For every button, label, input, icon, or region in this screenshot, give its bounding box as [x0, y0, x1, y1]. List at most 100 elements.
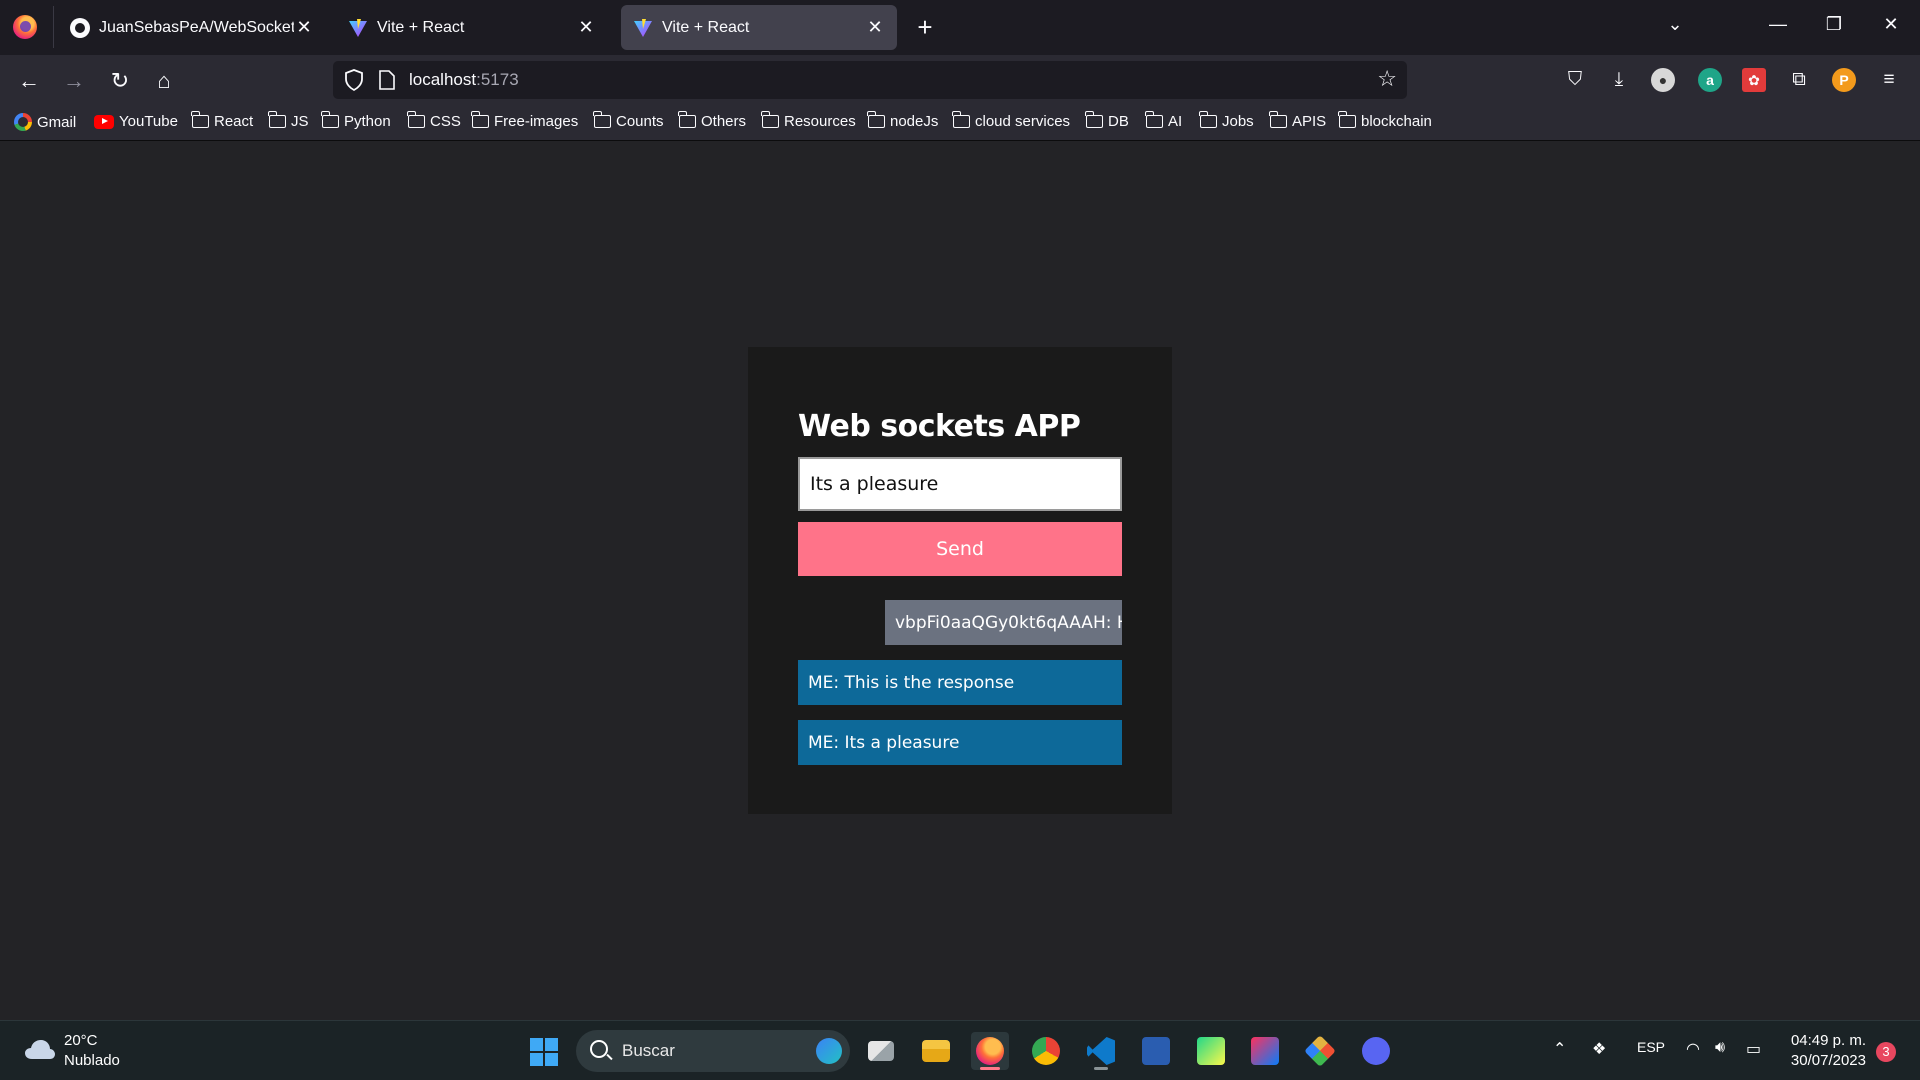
window-close-icon[interactable]: ✕ — [1876, 14, 1906, 35]
tab-vite-react-1[interactable]: Vite + React ✕ — [336, 5, 608, 50]
message-item-other: vbpFi0aaQGy0kt6qAAAH: Hi — [885, 600, 1122, 645]
extensions-puzzle-icon[interactable]: ⧉ — [1787, 68, 1811, 92]
windows-taskbar: 20°C Nublado Buscar ⌃ ❖ ESP ◠ 🔊︎ ▭ 04:49… — [0, 1020, 1920, 1080]
vite-icon — [634, 18, 652, 37]
folder-icon — [407, 111, 425, 128]
extension-p-icon[interactable]: P — [1832, 68, 1856, 92]
download-icon[interactable]: ⤓ — [1607, 68, 1631, 92]
bookmark-folder-python[interactable]: Python — [321, 111, 391, 130]
tab-vite-react-2[interactable]: Vite + React ✕ — [621, 5, 897, 50]
folder-icon — [593, 111, 611, 128]
url-port: :5173 — [476, 70, 519, 89]
bookmark-gmail[interactable]: Gmail — [14, 113, 76, 131]
bookmark-folder-apis[interactable]: APIS — [1269, 111, 1326, 130]
bookmark-folder-others[interactable]: Others — [678, 111, 747, 130]
bookmark-label: Jobs — [1222, 113, 1254, 130]
bookmark-folder-css[interactable]: CSS — [407, 111, 461, 130]
new-tab-button[interactable]: + — [912, 12, 938, 43]
bookmark-folder-js[interactable]: JS — [268, 111, 309, 130]
bookmark-folder-cloud-services[interactable]: cloud services — [952, 111, 1071, 130]
firefox-icon[interactable] — [13, 15, 37, 39]
file-explorer-icon[interactable] — [917, 1032, 955, 1070]
list-all-tabs-icon[interactable]: ⌄ — [1660, 14, 1690, 35]
battery-icon[interactable]: ▭ — [1746, 1039, 1761, 1059]
cloud-icon[interactable] — [24, 1038, 56, 1060]
send-button[interactable]: Send — [798, 522, 1122, 576]
message-input[interactable] — [798, 457, 1122, 511]
home-icon[interactable]: ⌂ — [150, 67, 178, 95]
bookmark-folder-jobs[interactable]: Jobs — [1199, 111, 1254, 130]
bookmark-folder-resources[interactable]: Resources — [761, 111, 856, 130]
chevron-up-icon[interactable]: ⌃ — [1553, 1039, 1566, 1059]
git-icon[interactable] — [1301, 1032, 1339, 1070]
bookmark-label: CSS — [430, 113, 461, 130]
chrome-icon[interactable] — [1027, 1032, 1065, 1070]
account-icon[interactable]: ● — [1651, 68, 1675, 92]
devtoys-icon[interactable] — [1137, 1032, 1175, 1070]
bookmark-folder-nodejs[interactable]: nodeJs — [867, 111, 938, 130]
folder-icon — [952, 111, 970, 128]
weather-temperature[interactable]: 20°C — [64, 1032, 98, 1049]
minimize-icon[interactable]: — — [1763, 14, 1793, 35]
shield-icon[interactable] — [345, 69, 363, 91]
intellij-icon[interactable] — [1246, 1032, 1284, 1070]
reload-icon[interactable]: ↻ — [106, 67, 134, 95]
clock-date[interactable]: 30/07/2023 — [1780, 1052, 1866, 1069]
bookmark-youtube[interactable]: YouTube — [94, 113, 178, 130]
start-icon[interactable] — [530, 1038, 558, 1066]
weather-description[interactable]: Nublado — [64, 1052, 120, 1069]
bookmark-label: Others — [701, 113, 747, 130]
bookmark-label: Resources — [784, 113, 856, 130]
clock-time[interactable]: 04:49 p. m. — [1790, 1032, 1866, 1049]
notification-badge[interactable]: 3 — [1876, 1042, 1896, 1062]
forward-icon[interactable]: → — [60, 67, 88, 95]
pycharm-icon[interactable] — [1192, 1032, 1230, 1070]
bookmark-folder-counts[interactable]: Counts — [593, 111, 664, 130]
volume-icon[interactable]: 🔊︎ — [1715, 1039, 1725, 1057]
discord-icon[interactable] — [1357, 1032, 1395, 1070]
bookmarks-toolbar: Gmail YouTube React JS Python CSS Free-i… — [0, 105, 1920, 141]
bookmark-folder-react[interactable]: React — [191, 111, 253, 130]
bookmark-label: YouTube — [119, 113, 178, 130]
bookmark-folder-blockchain[interactable]: blockchain — [1338, 111, 1432, 130]
bookmark-folder-ai[interactable]: AI — [1145, 111, 1183, 130]
bing-icon[interactable] — [816, 1038, 842, 1064]
extension-red-icon[interactable]: ✿ — [1742, 68, 1766, 92]
tab-bar: JuanSebasPeA/WebSocketsApp ✕ Vite + Reac… — [0, 0, 1920, 55]
folder-icon — [1338, 111, 1356, 128]
taskbar-search[interactable]: Buscar — [576, 1030, 850, 1072]
pocket-icon[interactable]: ⛉ — [1563, 68, 1587, 92]
search-placeholder: Buscar — [622, 1041, 675, 1060]
restore-icon[interactable]: ❐ — [1819, 14, 1849, 35]
bookmark-label: AI — [1168, 113, 1183, 130]
back-icon[interactable]: ← — [15, 67, 43, 95]
dropbox-icon[interactable]: ❖ — [1592, 1039, 1606, 1059]
url-bar[interactable]: localhost:5173 ☆ — [333, 61, 1407, 99]
tab-title: Vite + React — [662, 18, 750, 36]
close-icon[interactable]: ✕ — [576, 17, 596, 38]
message-item-me: ME: This is the response — [798, 660, 1122, 705]
url-text[interactable]: localhost:5173 — [409, 70, 519, 90]
bookmark-label: Free-images — [494, 113, 579, 130]
task-view-icon[interactable] — [862, 1032, 900, 1070]
running-indicator — [1094, 1067, 1108, 1070]
language-indicator[interactable]: ESP — [1637, 1039, 1665, 1055]
page-icon[interactable] — [379, 70, 395, 90]
menu-icon[interactable]: ≡ — [1877, 68, 1901, 92]
wifi-icon[interactable]: ◠ — [1686, 1039, 1700, 1059]
close-icon[interactable]: ✕ — [294, 17, 314, 38]
bookmark-label: cloud services — [975, 113, 1071, 130]
bookmark-folder-free-images[interactable]: Free-images — [471, 111, 579, 130]
folder-icon — [867, 111, 885, 128]
close-icon[interactable]: ✕ — [865, 17, 885, 38]
vite-icon — [349, 18, 367, 37]
firefox-taskbar-icon[interactable] — [971, 1032, 1009, 1070]
bookmark-star-icon[interactable]: ☆ — [1377, 66, 1397, 92]
message-item-me: ME: Its a pleasure — [798, 720, 1122, 765]
tab-websocketsapp[interactable]: JuanSebasPeA/WebSocketsApp ✕ — [58, 5, 326, 50]
bookmark-folder-db[interactable]: DB — [1085, 111, 1129, 130]
extension-a-icon[interactable]: a — [1698, 68, 1722, 92]
vscode-icon[interactable] — [1082, 1032, 1120, 1070]
bookmark-label: DB — [1108, 113, 1129, 130]
search-icon — [590, 1040, 608, 1058]
